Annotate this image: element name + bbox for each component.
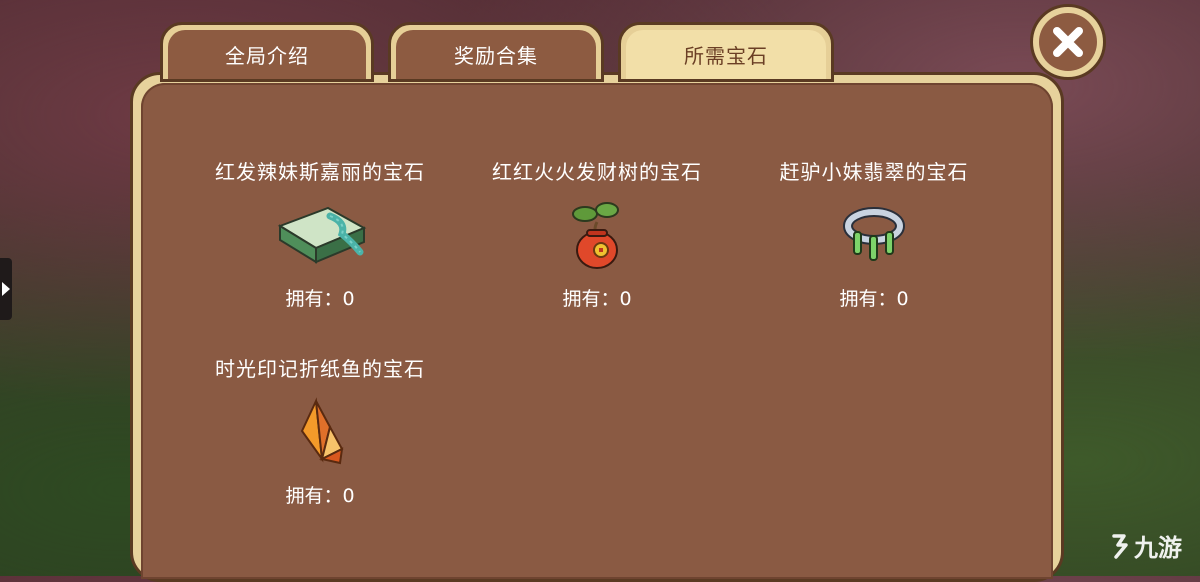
gem-item-jade[interactable]: 赶驴小妹翡翠的宝石 拥有：0 bbox=[744, 160, 1004, 311]
gem-title: 时光印记折纸鱼的宝石 bbox=[215, 357, 425, 381]
gem-count: 拥有：0 bbox=[285, 288, 355, 310]
tab-label: 全局介绍 bbox=[225, 44, 309, 68]
gem-item-origami-fish[interactable]: 时光印记折纸鱼的宝石 拥有：0 bbox=[190, 357, 450, 508]
jade-bracelet-icon bbox=[843, 207, 905, 261]
close-x-icon bbox=[1053, 27, 1083, 57]
tab-label: 所需宝石 bbox=[684, 44, 768, 68]
tab-label: 奖励合集 bbox=[454, 44, 538, 68]
scarf-book-icon bbox=[277, 206, 367, 264]
gem-count: 拥有：0 bbox=[285, 485, 355, 507]
money-tree-pot-icon bbox=[572, 202, 619, 269]
arrow-right-icon bbox=[2, 282, 10, 296]
close-button[interactable] bbox=[1030, 4, 1106, 80]
side-drawer-handle[interactable] bbox=[0, 258, 12, 320]
gem-count: 拥有：0 bbox=[839, 288, 909, 310]
watermark: 九游 bbox=[1108, 528, 1182, 563]
gem-title: 红红火火发财树的宝石 bbox=[492, 160, 702, 184]
watermark-text: 九游 bbox=[1134, 534, 1182, 562]
gem-item-money-tree[interactable]: 红红火火发财树的宝石 拥有：0 bbox=[467, 160, 727, 311]
tab-required-gems[interactable]: 所需宝石 bbox=[618, 22, 834, 82]
gem-title: 赶驴小妹翡翠的宝石 bbox=[779, 160, 969, 184]
gem-count: 拥有：0 bbox=[562, 288, 632, 310]
tab-overview[interactable]: 全局介绍 bbox=[160, 22, 374, 82]
gem-title: 红发辣妹斯嘉丽的宝石 bbox=[215, 160, 425, 184]
gem-item-scarlett[interactable]: 红发辣妹斯嘉丽的宝石 拥有：0 bbox=[190, 160, 450, 311]
jiuyou-logo-icon bbox=[1112, 533, 1128, 559]
origami-fish-icon bbox=[300, 397, 344, 465]
tab-rewards[interactable]: 奖励合集 bbox=[388, 22, 604, 82]
